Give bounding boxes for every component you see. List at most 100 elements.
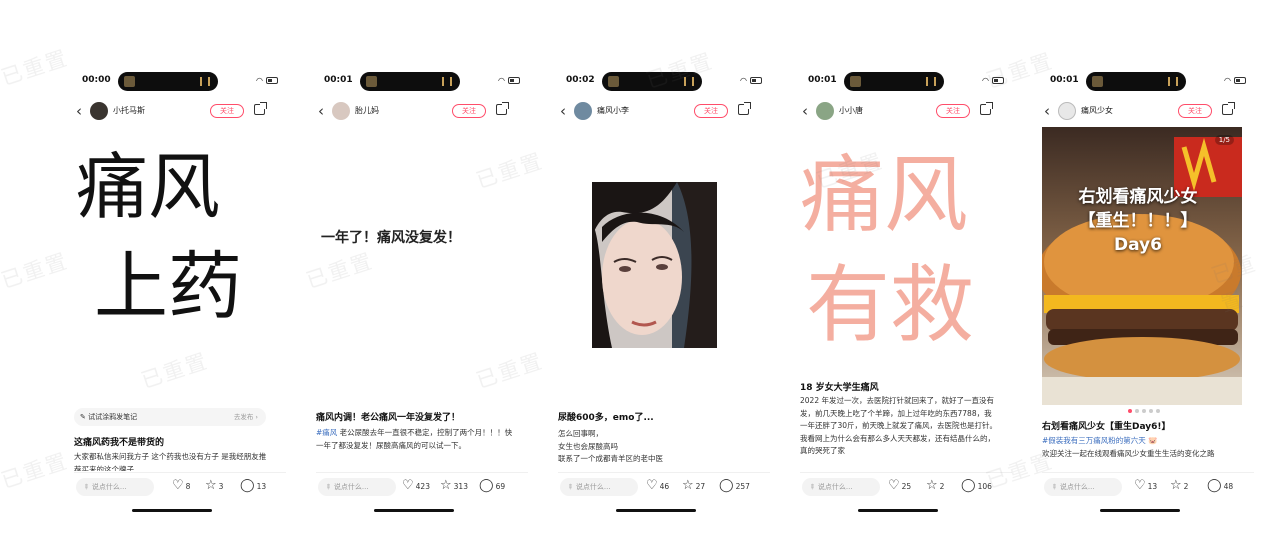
collect-button[interactable]: ☆ 27 [682, 479, 705, 493]
topic-tag[interactable]: #假装我有三万痛风粉的第六天 [1042, 436, 1146, 445]
dynamic-island [360, 72, 460, 91]
back-arrow-icon[interactable]: ‹ [1044, 100, 1050, 122]
handwriting-cover: 痛风 有救 [800, 146, 974, 354]
like-count: 25 [901, 481, 912, 491]
like-button[interactable]: ♡ 46 [646, 479, 669, 493]
comment-icon: ◯ [479, 478, 494, 493]
status-icons: ◠ [498, 76, 520, 85]
avatar[interactable] [332, 102, 350, 120]
crying-girl-photo [592, 182, 717, 348]
wifi-icon: ◠ [256, 76, 263, 85]
follow-button[interactable]: 关注 [210, 104, 244, 118]
author-name[interactable]: 小托马斯 [113, 105, 145, 116]
post-description: 2022 年发过一次，去医院打针就回来了，就好了一直没有发，前几天晚上吃了个羊蹄… [800, 396, 998, 455]
like-button[interactable]: ♡ 13 [1134, 479, 1157, 493]
phone-screen-5: 00:01 ◠ ‹ 痛风少女 关注 1/5 右划看痛风少女 【重生！！！】 Da… [1042, 64, 1254, 519]
phone-screen-1: 00:00 ◠ ‹ 小托马斯 关注 痛风 上药 ✎ 试试涂鸦发笔记 去发布 › … [74, 64, 286, 519]
back-arrow-icon[interactable]: ‹ [318, 100, 324, 122]
star-icon: ☆ [1170, 478, 1182, 493]
comment-button[interactable]: ◯ 69 [479, 479, 505, 493]
author-name[interactable]: 胎儿妈 [355, 105, 379, 116]
share-icon[interactable] [496, 102, 509, 115]
avatar[interactable] [816, 102, 834, 120]
engagement-bar: ✎说点什么... ♡ 423 ☆ 313 ◯ 69 [316, 472, 528, 496]
post-title: 痛风内调！老公痛风一年没复发了！ [316, 413, 461, 423]
watermark: 已重置 [0, 248, 72, 294]
emoji-icon: 🐷 [1148, 436, 1158, 445]
comment-input[interactable]: ✎说点什么... [318, 478, 396, 496]
comment-input[interactable]: ✎说点什么... [802, 478, 880, 496]
post-cover[interactable]: 痛风 上药 [74, 134, 286, 364]
share-icon[interactable] [980, 102, 993, 115]
topic-tag[interactable]: #痛风 [316, 428, 337, 437]
engagement-bar: ✎说点什么... ♡ 8 ☆ 3 ◯ 13 [74, 472, 286, 496]
comment-input[interactable]: ✎说点什么... [560, 478, 638, 496]
phone-screen-4: 00:01 ◠ ‹ 小小唐 关注 痛风 有救 18 岁女大学生痛风 2022 年… [800, 64, 1012, 519]
comment-button[interactable]: ◯ 13 [240, 479, 266, 493]
comment-button[interactable]: ◯ 106 [961, 479, 992, 493]
post-cover[interactable]: 痛风 有救 [800, 134, 1000, 366]
cover-text-line2: 有救 [806, 256, 974, 354]
phone-screen-2: 00:01 ◠ ‹ 胎儿妈 关注 一年了！痛风没复发！ 痛风内调！老公痛风一年没… [316, 64, 528, 519]
back-arrow-icon[interactable]: ‹ [802, 100, 808, 122]
post-description: 大家都私信来问我方子 这个药我也没有方子 是我经朋友推荐买来的这个牌子 [74, 452, 267, 471]
comment-button[interactable]: ◯ 257 [719, 479, 750, 493]
back-arrow-icon[interactable]: ‹ [76, 100, 82, 122]
watermark: 已重置 [0, 45, 72, 91]
follow-button[interactable]: 关注 [1178, 104, 1212, 118]
author-name[interactable]: 痛风小李 [597, 105, 629, 116]
carousel-dot[interactable] [1156, 409, 1160, 413]
burger-photo [1042, 127, 1242, 405]
page-counter: 1/5 [1214, 135, 1234, 145]
collect-button[interactable]: ☆ 3 [205, 479, 223, 493]
carousel-dot[interactable] [1149, 409, 1153, 413]
like-button[interactable]: ♡ 8 [172, 479, 190, 493]
carousel-dot[interactable] [1135, 409, 1139, 413]
author-name[interactable]: 小小唐 [839, 105, 863, 116]
engagement-bar: ✎说点什么... ♡ 13 ☆ 2 ◯ 48 [1042, 472, 1254, 496]
heart-icon: ♡ [646, 478, 658, 493]
home-indicator [132, 509, 212, 512]
post-cover[interactable]: 一年了！痛风没复发！ [316, 134, 528, 404]
comment-input[interactable]: ✎说点什么... [1044, 478, 1122, 496]
battery-icon [508, 77, 520, 84]
avatar[interactable] [574, 102, 592, 120]
collect-button[interactable]: ☆ 2 [926, 479, 944, 493]
author-name[interactable]: 痛风少女 [1081, 105, 1113, 116]
like-button[interactable]: ♡ 423 [402, 479, 430, 493]
carousel-dot-active[interactable] [1128, 409, 1132, 413]
follow-button[interactable]: 关注 [452, 104, 486, 118]
post-header: ‹ 痛风少女 关注 [1042, 100, 1254, 122]
comment-button[interactable]: ◯ 48 [1207, 479, 1233, 493]
avatar[interactable] [90, 102, 108, 120]
wifi-icon: ◠ [740, 76, 747, 85]
banner-action[interactable]: 去发布 › [234, 408, 258, 426]
carousel-dot[interactable] [1142, 409, 1146, 413]
heart-icon: ♡ [888, 478, 900, 493]
battery-icon [1234, 77, 1246, 84]
follow-button[interactable]: 关注 [694, 104, 728, 118]
share-icon[interactable] [738, 102, 751, 115]
post-cover-photo[interactable]: 1/5 右划看痛风少女 【重生！！！】 Day6 [1042, 127, 1242, 405]
collect-button[interactable]: ☆ 313 [440, 479, 468, 493]
post-header: ‹ 小托马斯 关注 [74, 100, 286, 122]
comment-input[interactable]: ✎说点什么... [76, 478, 154, 496]
cover-caption: 右划看痛风少女 【重生！！！】 Day6 [1078, 187, 1198, 255]
collect-count: 27 [695, 481, 706, 491]
comment-icon: ◯ [961, 478, 976, 493]
status-time: 00:01 [324, 75, 353, 85]
like-button[interactable]: ♡ 25 [888, 479, 911, 493]
carousel-dots[interactable] [1128, 409, 1160, 413]
post-description: #痛风 老公尿酸去年一直很不稳定，控制了两个月！！！快一年了都没复发！尿酸高痛风… [316, 428, 513, 450]
collect-button[interactable]: ☆ 2 [1170, 479, 1188, 493]
post-cover-photo[interactable] [592, 182, 717, 348]
follow-button[interactable]: 关注 [936, 104, 970, 118]
doodle-note-banner[interactable]: ✎ 试试涂鸦发笔记 去发布 › [74, 408, 266, 426]
cover-text: 一年了！痛风没复发！ [321, 230, 461, 246]
share-icon[interactable] [1222, 102, 1235, 115]
share-icon[interactable] [254, 102, 267, 115]
avatar[interactable] [1058, 102, 1076, 120]
like-count: 423 [415, 481, 430, 491]
comment-icon: ◯ [719, 478, 734, 493]
back-arrow-icon[interactable]: ‹ [560, 100, 566, 122]
